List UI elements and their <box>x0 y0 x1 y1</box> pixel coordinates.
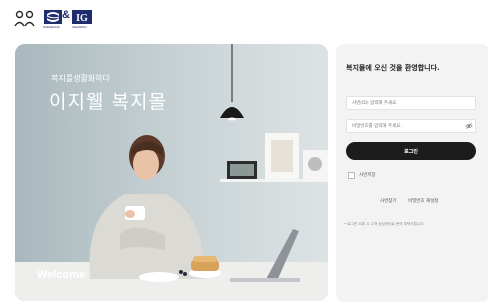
employee-id-input[interactable] <box>346 96 476 110</box>
ig-logo-icon: IG <box>72 10 92 24</box>
logo-ampersand: & <box>62 9 70 21</box>
checkbox-icon[interactable] <box>348 171 355 179</box>
login-notice: • 로그인 오류 시 고객 상담센터로 문의 부탁드립니다. <box>344 222 425 226</box>
save-id-label: 사번저장 <box>359 173 376 178</box>
login-title: 복지몰에 오신 것을 환영합니다. <box>346 64 440 72</box>
hero-welcome: Welcome <box>37 269 86 281</box>
login-panel: 복지몰에 오신 것을 환영합니다. 로그인 사번저장 사번찾기 비밀번호 재설정… <box>336 44 488 302</box>
s-logo-caption: DAESEUNG <box>43 25 60 29</box>
reset-password-link[interactable]: 비밀번호 재설정 <box>408 198 438 204</box>
hero-banner: 복지를생활화하다 이지웰 복지몰 Welcome <box>15 44 328 301</box>
find-id-link[interactable]: 사번찾기 <box>380 198 397 204</box>
top-bar: DAESEUNG & IG IGEANING <box>0 0 488 38</box>
ig-logo-caption: IGEANING <box>72 25 87 29</box>
s-logo-icon <box>44 10 62 24</box>
ig-logo-text: IG <box>76 13 88 24</box>
save-id-row[interactable]: 사번저장 <box>348 171 376 179</box>
hero-title: 이지웰 복지몰 <box>49 91 167 113</box>
login-button[interactable]: 로그인 <box>346 142 476 160</box>
hero-kicker: 복지를생활화하다 <box>51 74 110 83</box>
eye-icon[interactable] <box>465 122 473 130</box>
people-logo-icon <box>14 10 35 27</box>
password-input[interactable] <box>346 119 476 133</box>
